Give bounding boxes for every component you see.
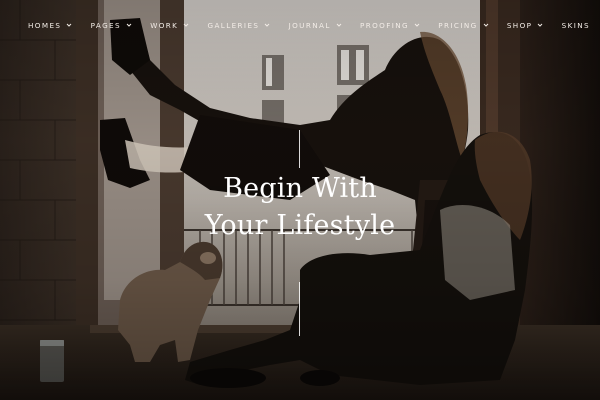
- nav-item-skins[interactable]: Skins: [562, 21, 590, 30]
- nav-item-label: Proofing: [359, 20, 410, 30]
- chevron-down-icon: [183, 22, 189, 28]
- hero-headline-line-1: Begin With: [223, 173, 377, 204]
- chevron-down-icon: [483, 22, 489, 28]
- nav-item-work[interactable]: Work: [150, 21, 189, 30]
- nav-item-shop[interactable]: Shop: [507, 21, 544, 30]
- hero-section: Homes Pages Work Galleries Journal Proof…: [0, 0, 600, 400]
- nav-item-label: Homes: [28, 20, 62, 30]
- nav-item-label: Galleries: [207, 20, 260, 30]
- nav-item-pages[interactable]: Pages: [91, 21, 132, 30]
- nav-item-label: Work: [150, 20, 179, 30]
- nav-item-label: Shop: [506, 20, 533, 30]
- nav-item-journal[interactable]: Journal: [289, 21, 342, 30]
- main-navigation: Homes Pages Work Galleries Journal Proof…: [0, 0, 600, 50]
- chevron-down-icon: [537, 22, 543, 28]
- chevron-down-icon: [264, 22, 270, 28]
- nav-item-label: Pages: [90, 20, 121, 30]
- nav-item-label: Skins: [561, 20, 590, 30]
- nav-item-proofing[interactable]: Proofing: [360, 21, 420, 30]
- hero-headline-line-2: Your Lifestyle: [204, 210, 396, 241]
- hero-divider-bottom: [299, 282, 300, 336]
- chevron-down-icon: [414, 22, 420, 28]
- nav-item-galleries[interactable]: Galleries: [208, 21, 271, 30]
- nav-item-pricing[interactable]: Pricing: [438, 21, 488, 30]
- hero-divider-top: [299, 130, 300, 168]
- hero-headline: Begin With Your Lifestyle: [150, 170, 450, 244]
- chevron-down-icon: [126, 22, 132, 28]
- chevron-down-icon: [66, 22, 72, 28]
- nav-item-label: Pricing: [438, 20, 478, 30]
- nav-item-label: Journal: [288, 20, 331, 30]
- chevron-down-icon: [336, 22, 342, 28]
- nav-item-homes[interactable]: Homes: [28, 21, 72, 30]
